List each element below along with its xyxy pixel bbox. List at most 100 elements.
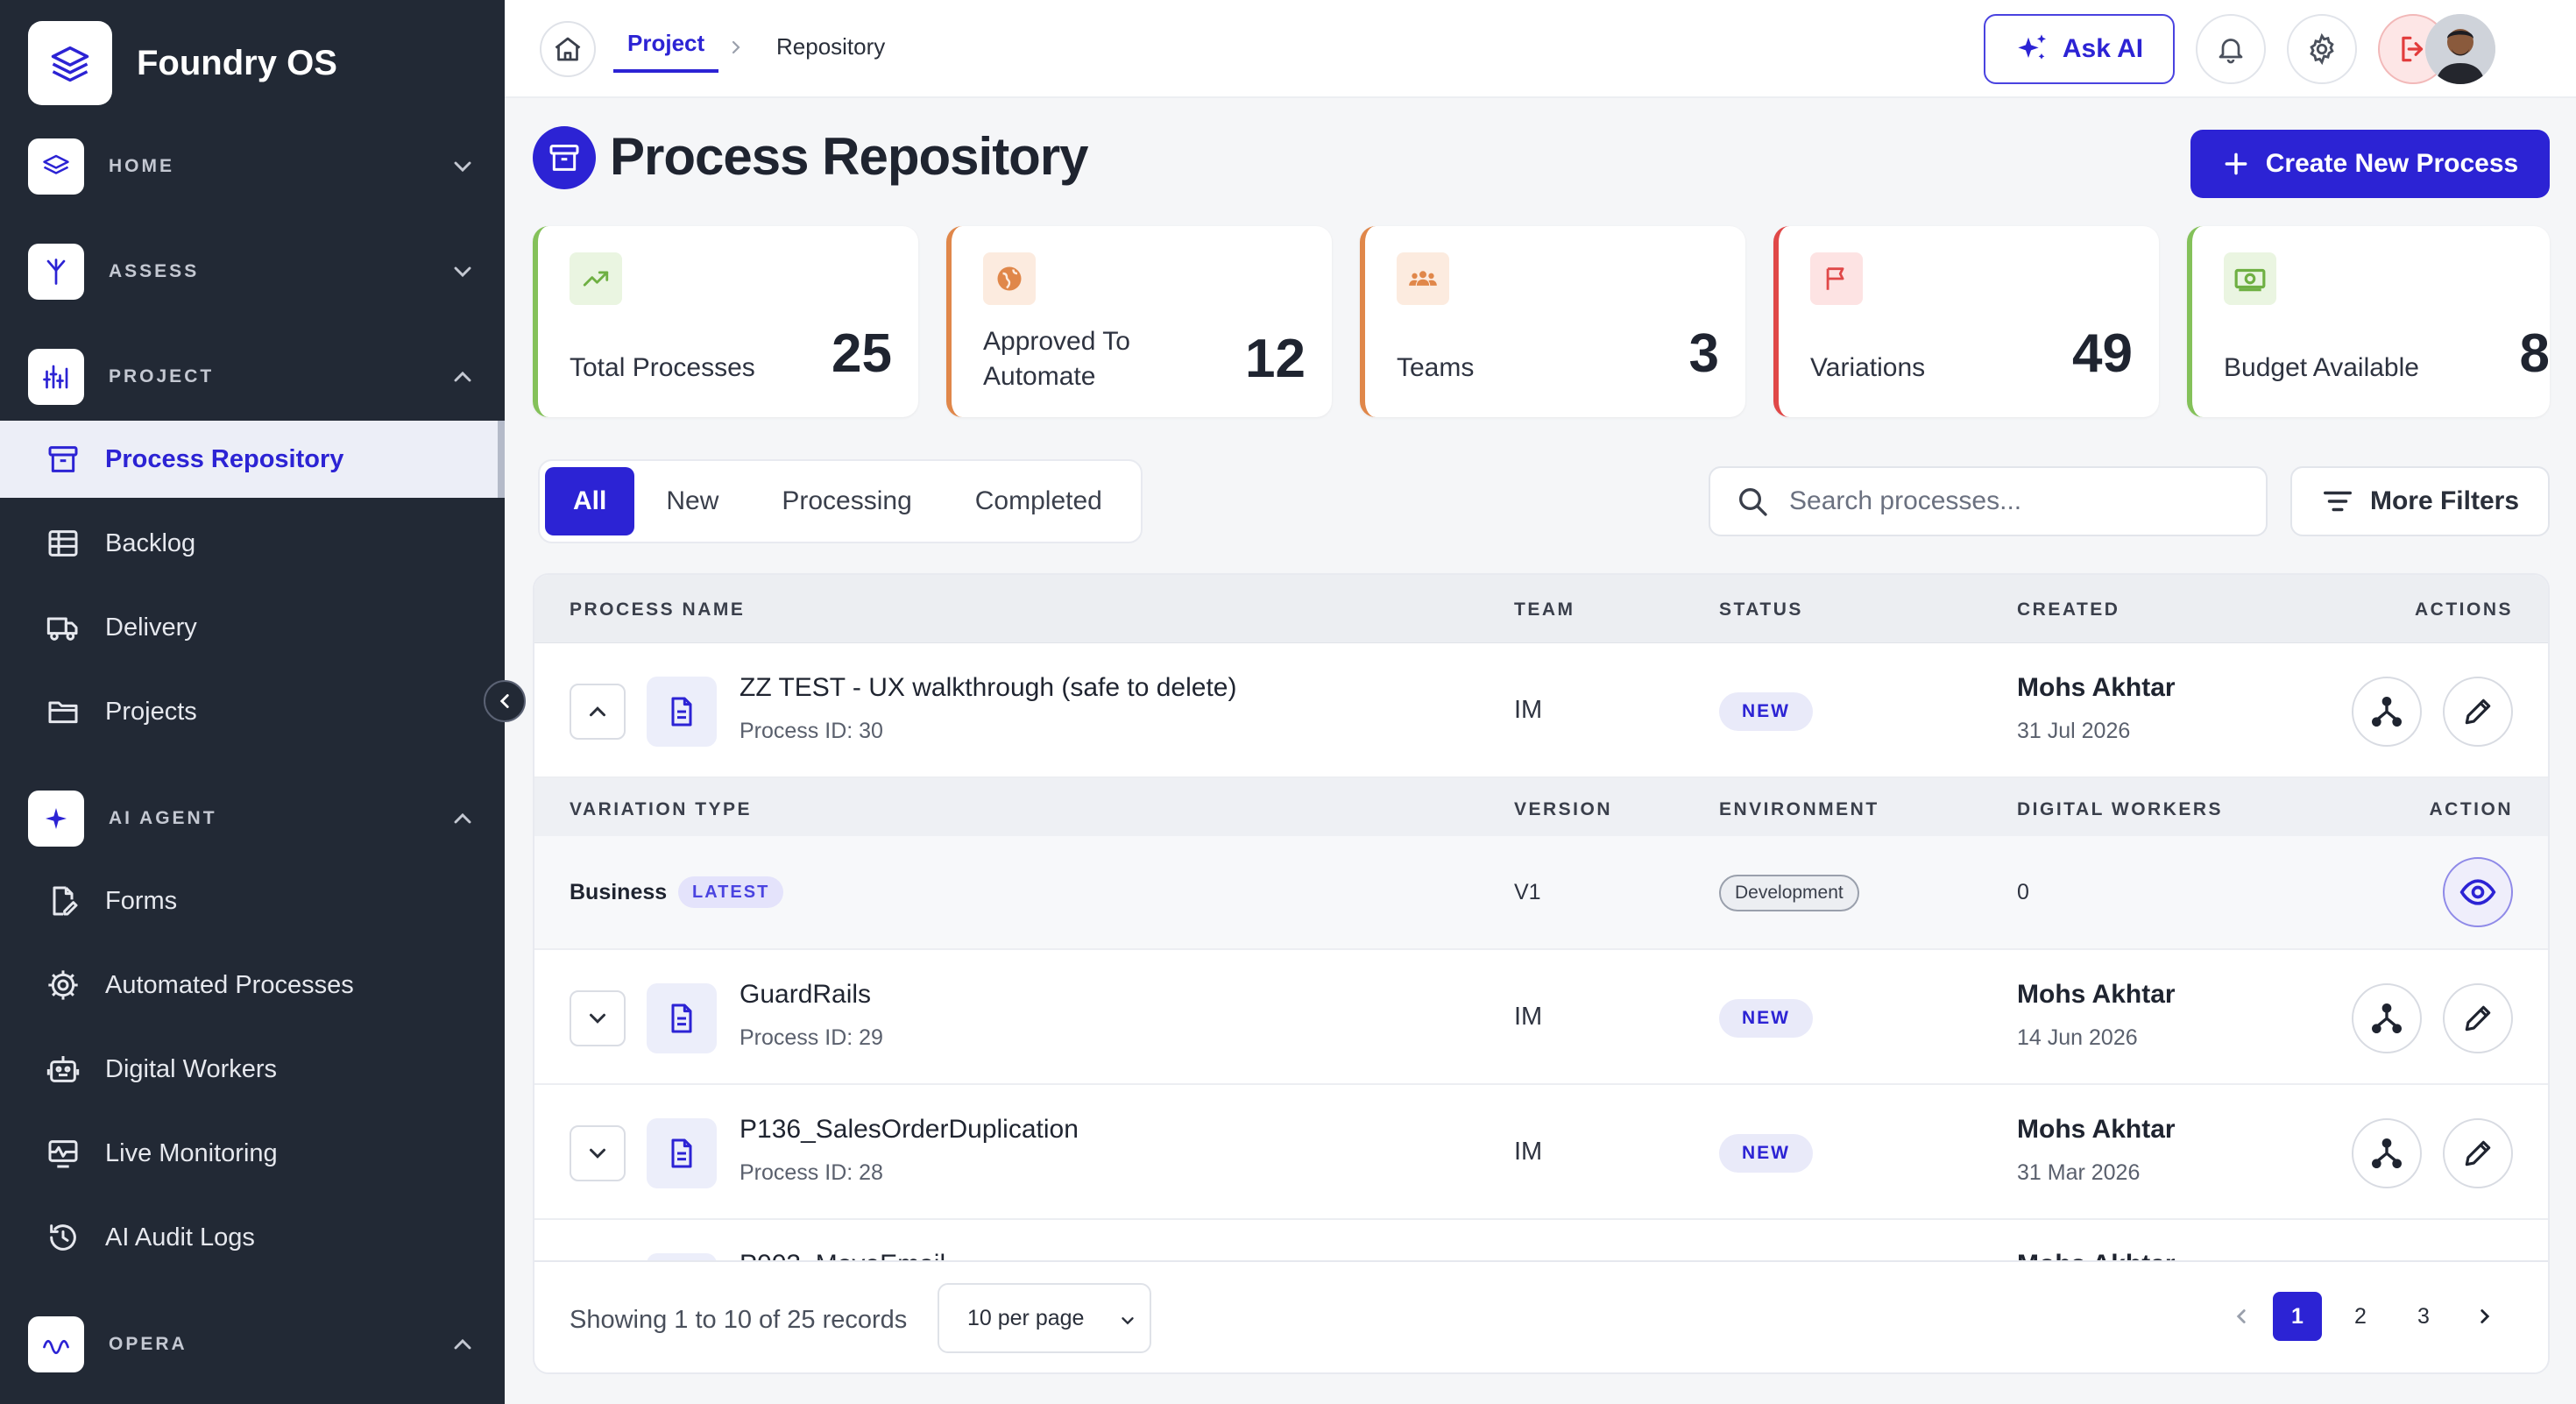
bars-icon: [28, 349, 84, 405]
edit-button[interactable]: [2443, 677, 2513, 747]
process-name[interactable]: P136_SalesOrderDuplication: [740, 1115, 1079, 1145]
stat-card-teams[interactable]: Teams 3: [1360, 226, 1745, 417]
home-button[interactable]: [540, 21, 596, 77]
tab-processing[interactable]: Processing: [750, 467, 943, 535]
tab-all[interactable]: All: [545, 467, 635, 535]
stat-card-total-processes[interactable]: Total Processes 25: [533, 226, 918, 417]
expand-row-button[interactable]: [570, 990, 626, 1046]
more-filters-button[interactable]: More Filters: [2290, 466, 2550, 536]
process-name[interactable]: GuardRails: [740, 980, 871, 1010]
sidebar-section-label: AI AGENT: [109, 808, 217, 828]
wave-icon: [28, 1316, 84, 1372]
stat-card-budget-available[interactable]: Budget Available 8: [2187, 226, 2550, 417]
settings-button[interactable]: [2287, 14, 2357, 84]
stat-card-variations[interactable]: Variations 49: [1773, 226, 2159, 417]
sidebar-section-ai-agent[interactable]: AI AGENT: [28, 789, 477, 848]
process-id: Process ID: 29: [740, 1025, 883, 1050]
sidebar-section-label: PROJECT: [109, 366, 215, 386]
records-summary: Showing 1 to 10 of 25 records: [570, 1306, 908, 1334]
ask-ai-button[interactable]: Ask AI: [1984, 14, 2175, 84]
variation-header: VARIATION TYPE VERSION ENVIRONMENT DIGIT…: [534, 778, 2548, 836]
chevron-up-icon: [454, 1338, 471, 1350]
status-badge: NEW: [1719, 999, 1813, 1038]
sidebar-section-opera[interactable]: OPERA: [28, 1315, 477, 1374]
column-header[interactable]: TEAM: [1514, 599, 1575, 620]
avatar-image: [2425, 14, 2495, 84]
created-date: 31 Mar 2026: [2017, 1160, 2141, 1185]
tab-new[interactable]: New: [634, 467, 750, 535]
page-button-2[interactable]: 2: [2336, 1292, 2385, 1341]
workflow-button[interactable]: [2352, 677, 2422, 747]
column-header[interactable]: CREATED: [2017, 599, 2120, 620]
workflow-button[interactable]: [2352, 1118, 2422, 1188]
environment-badge: Development: [1719, 875, 1859, 911]
prev-page-button[interactable]: [2217, 1292, 2266, 1341]
stat-label: Budget Available: [2224, 353, 2419, 382]
column-header[interactable]: STATUS: [1719, 599, 1803, 620]
status-badge: NEW: [1719, 1134, 1813, 1173]
stat-value: 49: [2072, 323, 2133, 384]
chevron-left-icon: [499, 694, 509, 708]
team-cell: IM: [1514, 1003, 1543, 1031]
chevron-up-icon: [590, 706, 605, 717]
search-placeholder: Search processes...: [1789, 486, 2022, 515]
sidebar-item-label: Automated Processes: [105, 970, 354, 999]
foundry-logo-icon: [28, 21, 112, 105]
sidebar-item-ai-audit-logs[interactable]: AI Audit Logs: [0, 1199, 505, 1276]
edit-button[interactable]: [2443, 1118, 2513, 1188]
sidebar-item-label: Process Repository: [105, 444, 344, 473]
sidebar-section-project[interactable]: PROJECT: [28, 347, 477, 407]
variation-column-header: DIGITAL WORKERS: [2017, 799, 2224, 819]
app-name: Foundry OS: [137, 43, 337, 82]
process-name[interactable]: ZZ TEST - UX walkthrough (safe to delete…: [740, 673, 1236, 703]
stat-card-approved-to-automate[interactable]: Approved To Automate 12: [946, 226, 1332, 417]
next-page-button[interactable]: [2460, 1292, 2509, 1341]
table-row[interactable]: ZZ TEST - UX walkthrough (safe to delete…: [534, 643, 2548, 778]
page-button-3[interactable]: 3: [2399, 1292, 2448, 1341]
chevron-down-icon: [590, 1013, 605, 1024]
search-input[interactable]: Search processes...: [1709, 466, 2268, 536]
create-new-process-button[interactable]: Create New Process: [2190, 130, 2550, 198]
chevron-down-icon: [454, 266, 471, 278]
collapse-row-button[interactable]: [570, 684, 626, 740]
sidebar-item-projects[interactable]: Projects: [0, 673, 505, 750]
sidebar-item-backlog[interactable]: Backlog: [0, 505, 505, 582]
sidebar-item-digital-workers[interactable]: Digital Workers: [0, 1031, 505, 1108]
create-new-process-label: Create New Process: [2265, 149, 2519, 178]
creator-name: Mohs Akhtar: [2017, 673, 2176, 702]
user-avatar[interactable]: [2425, 14, 2495, 84]
status-badge: NEW: [1719, 692, 1813, 731]
sidebar-item-forms[interactable]: Forms: [0, 862, 505, 940]
brand[interactable]: Foundry OS: [28, 21, 337, 105]
created-date: 31 Jul 2026: [2017, 719, 2131, 743]
table-header: PROCESS NAME TEAM STATUS CREATED ACTIONS: [534, 575, 2548, 643]
edit-button[interactable]: [2443, 983, 2513, 1053]
stat-label: Total Processes: [570, 353, 755, 382]
process-id: Process ID: 28: [740, 1160, 883, 1185]
expand-row-button[interactable]: [570, 1125, 626, 1181]
breadcrumb-repository: Repository: [776, 33, 886, 60]
variation-type: Business: [570, 880, 668, 904]
table-row[interactable]: GuardRails Process ID: 29 IM NEW Mohs Ak…: [534, 950, 2548, 1085]
workflow-button[interactable]: [2352, 983, 2422, 1053]
sidebar-item-process-repository[interactable]: Process Repository: [0, 421, 505, 498]
table-row[interactable]: P136_SalesOrderDuplication Process ID: 2…: [534, 1085, 2548, 1220]
view-variation-button[interactable]: [2443, 857, 2513, 927]
folder-icon: [42, 691, 84, 733]
column-header[interactable]: PROCESS NAME: [570, 599, 745, 620]
tab-completed[interactable]: Completed: [944, 467, 1134, 535]
page-button-1[interactable]: 1: [2273, 1292, 2322, 1341]
sidebar-collapse-button[interactable]: [484, 680, 526, 722]
sidebar-item-delivery[interactable]: Delivery: [0, 589, 505, 666]
breadcrumb-project[interactable]: Project: [613, 30, 719, 73]
stat-value: 8: [2519, 323, 2550, 384]
sidebar-item-automated-processes[interactable]: Automated Processes: [0, 947, 505, 1024]
sidebar-item-live-monitoring[interactable]: Live Monitoring: [0, 1115, 505, 1192]
per-page-select[interactable]: 10 per page: [938, 1283, 1151, 1353]
notifications-button[interactable]: [2196, 14, 2266, 84]
sidebar-section-assess[interactable]: ASSESS: [28, 242, 477, 301]
cog-icon: [42, 964, 84, 1006]
sidebar-section-home[interactable]: HOME: [28, 137, 477, 196]
table-footer: Showing 1 to 10 of 25 records 10 per pag…: [534, 1260, 2548, 1372]
workflow-icon: [2371, 1003, 2402, 1033]
